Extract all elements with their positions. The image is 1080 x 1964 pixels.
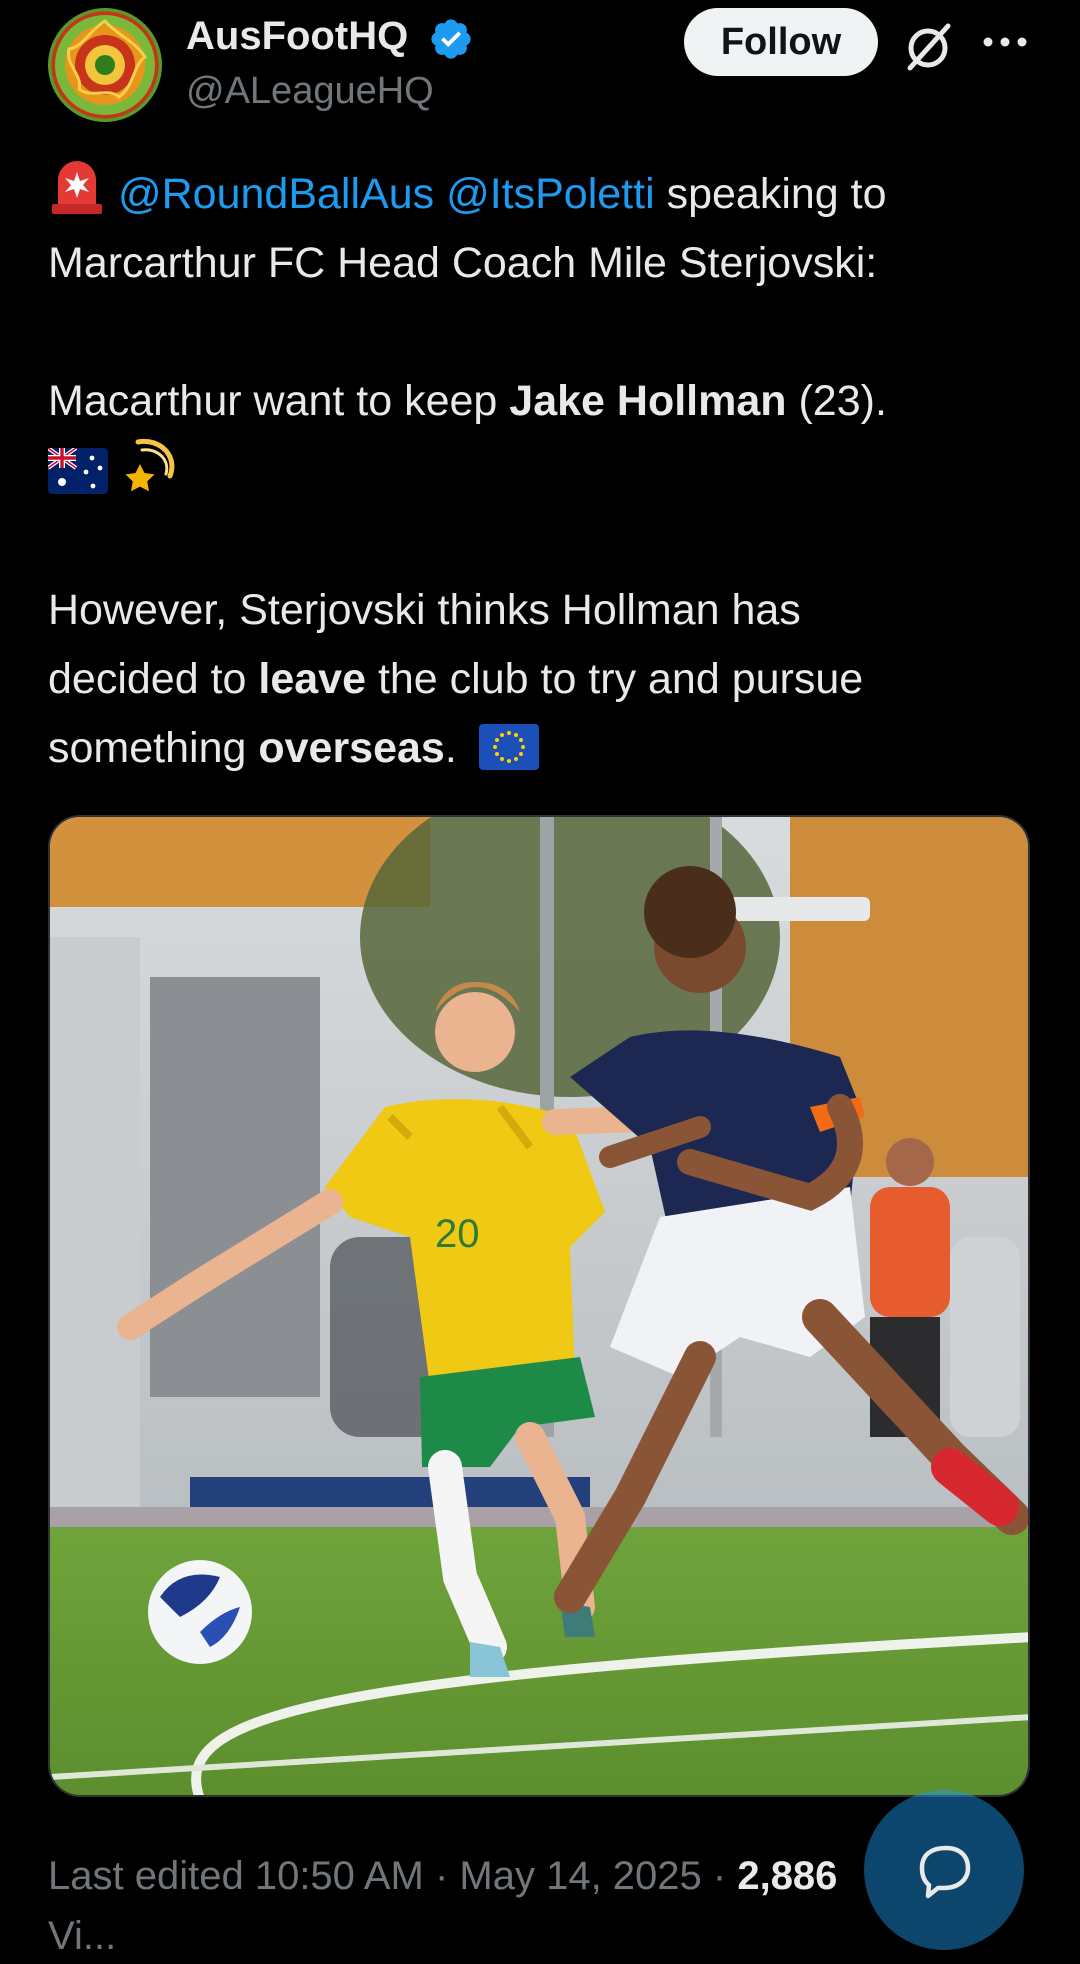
mention-itspoletti[interactable]: @ItsPoletti	[446, 170, 655, 218]
post-line-2: Marcarthur FC Head Coach Mile Sterjovski…	[48, 239, 878, 287]
reply-fab-button[interactable]	[864, 1790, 1024, 1950]
p2-prefix: Macarthur want to keep	[48, 377, 510, 425]
police-light-emoji	[52, 161, 102, 214]
post-line-1: @RoundBallAus @ItsPoletti speaking to	[48, 158, 1038, 229]
author-name[interactable]: AusFootHQ	[186, 12, 408, 60]
edited-prefix: Last edited	[48, 1854, 255, 1898]
grok-slash-icon[interactable]	[900, 18, 956, 74]
post-media-photo[interactable]: 20	[48, 815, 1030, 1797]
post-emoji-line	[48, 436, 1038, 507]
reply-bubble-icon	[919, 1845, 971, 1899]
eu-flag-emoji	[478, 724, 539, 770]
p3-leave-bold: leave	[258, 655, 366, 703]
mention-roundballaus[interactable]: @RoundBallAus	[118, 170, 434, 218]
post-date[interactable]: May 14, 2025	[459, 1854, 701, 1898]
views-count[interactable]: 2,886	[737, 1854, 837, 1898]
football-photo: 20	[50, 817, 1028, 1795]
p3-overseas-bold: overseas	[258, 724, 445, 772]
views-label: Vi...	[48, 1914, 117, 1958]
meta-separator: ·	[701, 1854, 738, 1898]
follow-button[interactable]: Follow	[684, 8, 878, 76]
post-paragraph-3-line-1: However, Sterjovski thinks Hollman has	[48, 586, 801, 634]
post-header: AusFootHQ @ALeagueHQ Follow	[0, 0, 1080, 140]
p3-line2-suffix: the club to try and pursue	[366, 655, 864, 703]
post-paragraph-3-line-3: something overseas.	[48, 714, 1038, 783]
meta-separator: ·	[423, 1854, 460, 1898]
post-paragraph-2: Macarthur want to keep Jake Hollman (23)…	[48, 367, 1038, 436]
australia-flag-emoji	[48, 448, 108, 494]
post-paragraph-3-line-2: decided to leave the club to try and pur…	[48, 645, 1038, 714]
verified-badge-icon	[431, 19, 471, 59]
p3-line3-prefix: something	[48, 724, 259, 772]
p3-line2-prefix: decided to	[48, 655, 259, 703]
post-time[interactable]: 10:50 AM	[255, 1854, 424, 1898]
author-avatar[interactable]	[48, 8, 162, 122]
p2-suffix: (23).	[786, 377, 887, 425]
jersey-number: 20	[435, 1212, 480, 1256]
avatar-art	[55, 15, 155, 115]
p3-line3-suffix: .	[444, 724, 457, 772]
more-dots-icon[interactable]	[980, 22, 1030, 62]
p2-player-name: Jake Hollman	[509, 377, 787, 425]
post-body: @RoundBallAus @ItsPoletti speaking to Ma…	[48, 158, 1038, 783]
shooting-star-emoji	[125, 438, 175, 492]
author-handle[interactable]: @ALeagueHQ	[186, 68, 434, 114]
post-line-1-text: speaking to	[654, 170, 887, 218]
